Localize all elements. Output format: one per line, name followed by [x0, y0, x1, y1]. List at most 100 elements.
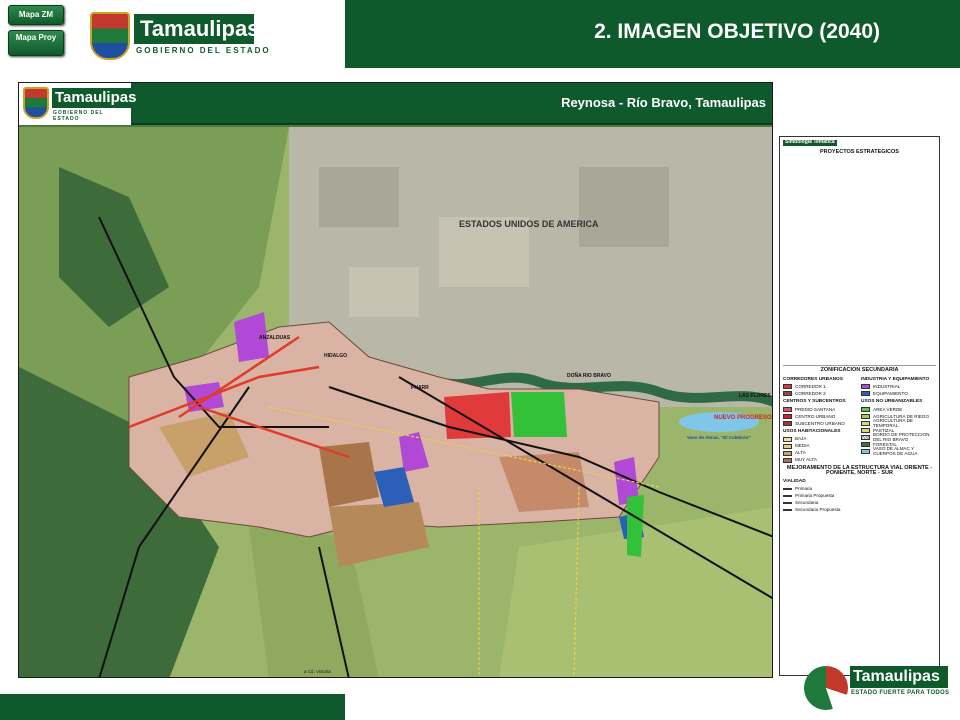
legend-item-label: INDUSTRIAL — [873, 384, 901, 390]
legend-item: BAJA — [783, 436, 858, 443]
place-nuevo-progreso: NUEVO PROGRESO — [714, 415, 772, 421]
map-brand-subtitle: GOBIERNO DEL ESTADO — [53, 110, 104, 122]
swatch — [783, 457, 792, 463]
swatch — [783, 413, 792, 419]
legend-item-label: SUBCENTRO URBANO — [795, 420, 845, 426]
legend-item: AREA VERDE — [861, 406, 936, 413]
legend-road-label: Secundaria — [795, 500, 819, 506]
legend-item-label: CORREDOR 1 — [795, 384, 826, 390]
map-location-title: Reynosa - Río Bravo, Tamaulipas — [561, 95, 766, 110]
legend-item: EQUIPAMIENTO — [861, 390, 936, 397]
legend-item-label: PREDIO SANTANA — [795, 406, 836, 412]
swatch — [861, 420, 870, 426]
legend-item: ALTA — [783, 450, 858, 457]
legend-item: PREDIO SANTANA — [783, 406, 858, 413]
land-use-map[interactable]: ESTADOS UNIDOS DE AMERICA ANZALDUAS HIDA… — [19, 127, 773, 678]
legend-item-label: CORREDOR 2 — [795, 391, 826, 397]
legend-item-label: CENTRO URBANO — [795, 413, 836, 419]
place-hidalgo: HIDALGO — [324, 353, 347, 359]
legend-industria-heading: INDUSTRIA Y EQUIPAMIENTO — [861, 376, 930, 382]
legend-item: CORREDOR 2 — [783, 390, 858, 397]
brand-subtitle: GOBIERNO DEL ESTADO — [136, 46, 271, 55]
swatch — [861, 384, 870, 390]
place-las-flores: LAS FLORES — [739, 393, 771, 399]
footer-brand: Tamaulipas — [850, 666, 948, 688]
road-to-victoria: a Cd. Victoria — [304, 669, 331, 674]
legend-item: MEDIA — [783, 443, 858, 450]
top-bar: Mapa ZM Mapa Proy Tamaulipas GOBIERNO DE… — [0, 0, 960, 68]
legend-item-label: EQUIPAMIENTO — [873, 391, 908, 397]
legend-item: MUY ALTA — [783, 457, 858, 464]
legend-item-label: AREA VERDE — [873, 406, 903, 412]
legend-project-list — [783, 156, 936, 367]
legend-road-item: Secundaria Propuesta — [783, 506, 936, 513]
header-logo-area: Mapa ZM Mapa Proy Tamaulipas GOBIERNO DE… — [0, 0, 345, 68]
legend-item: AGRICULTURA DE TEMPORAL — [861, 418, 936, 428]
swatch — [861, 427, 870, 433]
map-header: Tamaulipas GOBIERNO DEL ESTADO Reynosa -… — [19, 83, 772, 125]
legend-title: Simbología Temática — [783, 139, 837, 146]
swatch — [783, 450, 792, 456]
swatch — [861, 413, 870, 419]
tamaulipas-logo-icon — [804, 666, 848, 710]
legend-item-label: BAJA — [795, 436, 807, 442]
road-swatch — [783, 487, 792, 490]
legend-col-right: INDUSTRIA Y EQUIPAMIENTO INDUSTRIAL EQUI… — [861, 375, 936, 464]
road-swatch — [783, 501, 792, 504]
swatch — [783, 391, 792, 397]
legend-vial-heading: MEJORAMIENTO DE LA ESTRUCTURA VIAL ORIEN… — [786, 464, 933, 477]
swatch — [861, 406, 870, 412]
road-swatch — [783, 494, 792, 497]
legend-corredores-heading: CORREDORES URBANOS — [783, 376, 843, 382]
swatch — [861, 441, 870, 447]
legend-road-label: Secundaria Propuesta — [795, 507, 841, 513]
swatch — [783, 443, 792, 449]
swatch — [783, 384, 792, 390]
legend-projects-heading: PROYECTOS ESTRATEGICOS — [820, 148, 899, 155]
tamaulipas-crest-icon — [90, 12, 130, 60]
legend-no-urbanizables-heading: USOS NO URBANIZABLES — [861, 399, 923, 405]
bottom-accent-bar — [0, 694, 345, 720]
legend-habitacionales-heading: USOS HABITACIONALES — [783, 428, 841, 434]
place-pharr: PHARR — [411, 385, 429, 391]
legend-item-label: ALTA — [795, 450, 806, 456]
map-legend: Simbología Temática PROYECTOS ESTRATEGIC… — [779, 136, 940, 676]
legend-item: SUBCENTRO URBANO — [783, 420, 858, 427]
place-vaso-culebron: Vaso de Almac. "El Culebrón" — [687, 435, 751, 440]
legend-road-label: Primaria — [795, 486, 813, 492]
swatch — [783, 436, 792, 442]
legend-item: INDUSTRIAL — [861, 383, 936, 390]
map-logo-area: Tamaulipas GOBIERNO DEL ESTADO — [19, 83, 136, 125]
footer-slogan: ESTADO FUERTE PARA TODOS — [851, 690, 950, 696]
usa-label: ESTADOS UNIDOS DE AMERICA — [459, 219, 599, 229]
swatch — [783, 420, 792, 426]
map-brand-title: Tamaulipas — [52, 88, 136, 108]
legend-item: BORDO DE PROTECCION DEL RIO BRAVO — [861, 432, 936, 442]
swatch — [861, 391, 870, 397]
brand-title: Tamaulipas — [134, 14, 259, 44]
map-panel: Tamaulipas GOBIERNO DEL ESTADO Reynosa -… — [18, 82, 773, 678]
road-swatch — [783, 508, 792, 511]
page-title: 2. IMAGEN OBJETIVO (2040) — [594, 20, 880, 43]
legend-item-label: MEDIA — [795, 443, 810, 449]
legend-road-item: Primaria Propuesta — [783, 492, 936, 499]
mapa-zm-button[interactable]: Mapa ZM — [8, 5, 64, 25]
legend-item: CORREDOR 1 — [783, 383, 858, 390]
legend-item: VASO DE ALMAC Y CUERPOS DE AGUA — [861, 446, 936, 456]
legend-road-item: Secundaria — [783, 499, 936, 506]
legend-vialidad-heading: VIALIDAD — [783, 478, 806, 484]
mapa-proy-button[interactable]: Mapa Proy — [8, 30, 64, 56]
map-crest-icon — [23, 87, 49, 119]
legend-col-left: CORREDORES URBANOS CORREDOR 1 CORREDOR 2… — [783, 375, 858, 464]
legend-item-label: MUY ALTA — [795, 457, 817, 463]
legend-centros-heading: CENTROS Y SUBCENTROS — [783, 399, 846, 405]
swatch — [861, 434, 870, 440]
legend-road-label: Primaria Propuesta — [795, 493, 835, 499]
legend-item: CENTRO URBANO — [783, 413, 858, 420]
legend-zoning-heading: ZONIFICACION SECUNDARIA — [820, 367, 899, 374]
swatch — [861, 448, 870, 454]
legend-zoning-columns: CORREDORES URBANOS CORREDOR 1 CORREDOR 2… — [783, 375, 936, 464]
legend-road-item: Primaria — [783, 485, 936, 492]
place-dona-rio-bravo: DOÑA RIO BRAVO — [567, 372, 611, 379]
place-anzalduas: ANZALDUAS — [259, 335, 291, 341]
